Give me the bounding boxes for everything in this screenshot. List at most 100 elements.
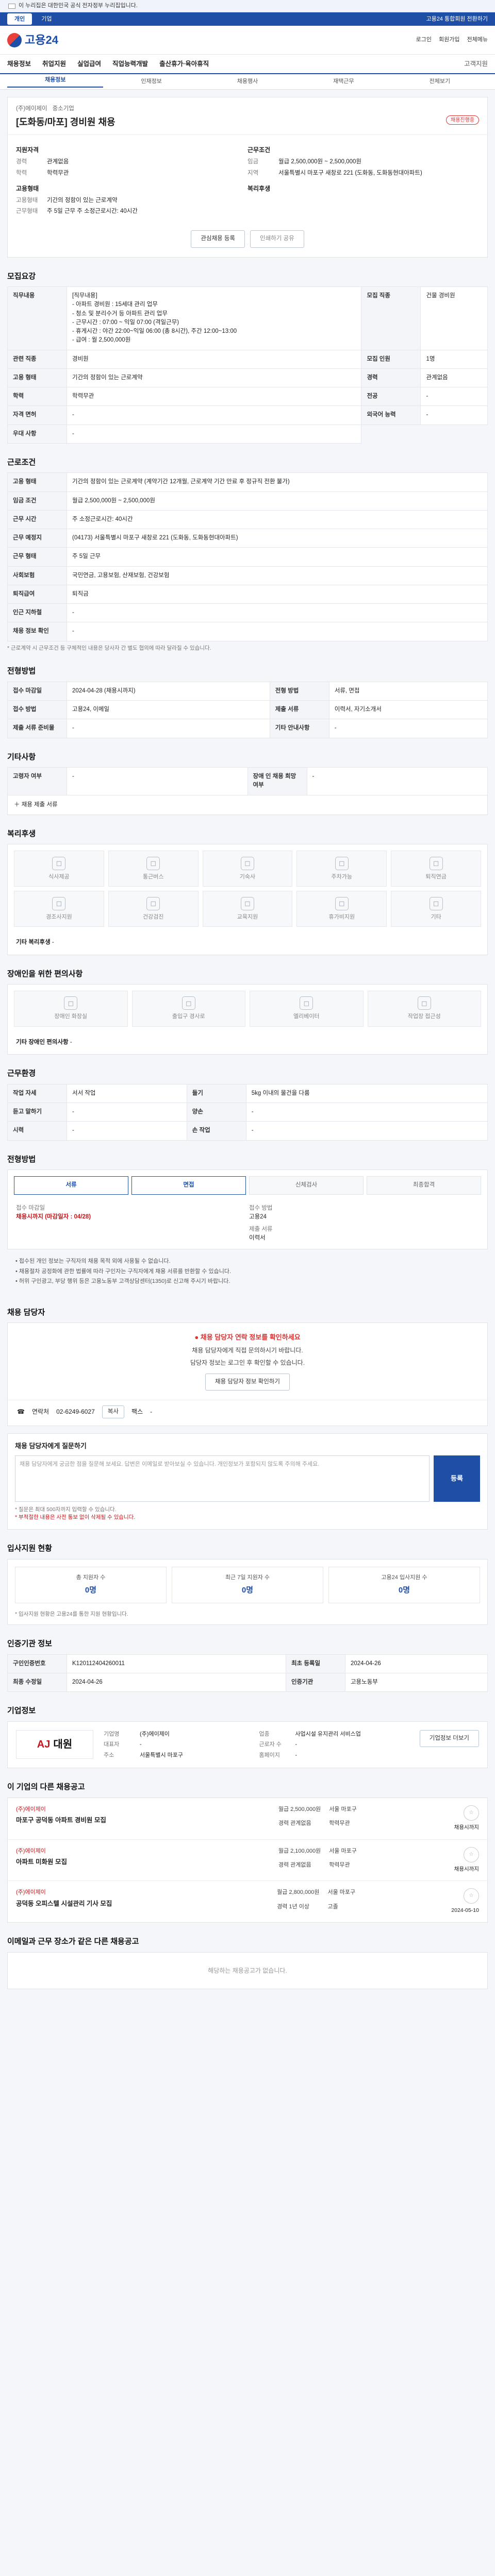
other-job-detail: 경력 관계없음 (278, 1820, 311, 1827)
company-size: 중소기업 (52, 106, 74, 112)
other-job-title[interactable]: 공덕동 오피스텔 시설관리 기사 모집 (16, 1899, 181, 1909)
table-row: 임금 조건 월급 2,500,000원 ~ 2,500,000원 (7, 491, 488, 511)
corp-key: 대표자 (104, 1741, 120, 1748)
manager-card: ● 채용 담당자 연락 정보를 확인하세요 채용 담당자에게 직접 문의하시기 … (7, 1323, 488, 1426)
nav-support[interactable]: 취업지원 (42, 59, 66, 69)
icon-box-label: 엘리베이터 (293, 1013, 320, 1020)
row-label: 모집 인원 (361, 349, 421, 369)
manager-info-button[interactable]: 채용 담당자 정보 확인하기 (205, 1373, 290, 1391)
question-textarea[interactable]: 채용 담당자에게 궁금한 점을 질문해 보세요. 답변은 이메일로 받아보실 수… (15, 1455, 430, 1502)
stats-note: * 입사지원 현황은 고용24를 통한 지원 현황입니다. (15, 1611, 128, 1617)
welfare-card: ◻ 식사제공 ◻ 통근버스 ◻ 기숙사 ◻ 주차가능 ◻ 퇴직연금 ◻ 경조사지원 ◻ 건강검진 ◻ 교육지원… (7, 844, 488, 955)
other-job-company: (주)에이제이 (16, 1889, 46, 1896)
row-label: 사회보험 (7, 566, 67, 585)
deadline-value: 채용시까지 (마감일자 : 04/28) (16, 1214, 91, 1221)
other-job-item[interactable]: (주)에이제이 공덕동 오피스텔 시설관리 기사 모집 월급 2,800,000원 서… (8, 1881, 487, 1922)
extra-more-row[interactable]: ＋ 채용 제출 서류 (7, 795, 488, 815)
tab-personal[interactable]: 개인 (7, 13, 32, 25)
print-share-button[interactable]: 인쇄하기 공유 (250, 230, 304, 248)
section-others-title: 이 기업의 다른 채용공고 (7, 1783, 85, 1792)
other-job-detail: 서울 마포구 (329, 1848, 357, 1854)
section-disabled-title: 장애인을 위한 편의사항 (7, 969, 83, 978)
section-nearby-title: 이메일과 근무 장소가 같은 다른 채용공고 (7, 1937, 139, 1946)
scrap-button[interactable]: 관심채용 등록 (191, 230, 245, 248)
section-welfare-title: 복리후생 (7, 829, 36, 838)
corp-logo-a: AJ (37, 1738, 51, 1750)
benefit-icon: ◻ (417, 996, 431, 1010)
nav-training[interactable]: 직업능력개발 (112, 59, 148, 69)
other-job-right: ☆ 채용시까지 (454, 1805, 479, 1832)
row-value: 서서 작업 (67, 1083, 187, 1104)
question-submit-button[interactable]: 등록 (434, 1455, 480, 1502)
benefit-icon: ◻ (429, 856, 443, 870)
icon-box: ◻ 통근버스 (108, 851, 199, 887)
row-value: - (67, 603, 488, 623)
other-job-detail: 월급 2,100,000원 (278, 1848, 321, 1854)
icon-box: ◻ 엘리베이터 (250, 991, 364, 1027)
star-icon[interactable]: ☆ (463, 1888, 479, 1904)
other-job-title[interactable]: 마포구 공덕동 아파트 경비원 모집 (16, 1816, 181, 1825)
other-job-detail: 서울 마포구 (327, 1889, 356, 1896)
subnav-events[interactable]: 채용행사 (200, 77, 295, 86)
subnav-all[interactable]: 전체보기 (392, 77, 488, 86)
row-value: 기간의 정함이 있는 근로계약 (계약기간 12개월, 근로계약 기간 만료 후… (67, 472, 488, 492)
row-label: 인증기관 (285, 1672, 345, 1692)
nav-unemployment[interactable]: 실업급여 (77, 59, 101, 69)
corp-value: 서울특별시 마포구 (140, 1752, 184, 1758)
qna-note2: * 부적절한 내용은 사전 통보 없이 삭제될 수 있습니다. (15, 1514, 136, 1521)
company-name[interactable]: (주)에이제이 (16, 105, 47, 113)
convert-member-link[interactable]: 고용24 통합회원 전환하기 (426, 15, 488, 24)
corp-value: - (295, 1741, 298, 1748)
tab-company[interactable]: 기업 (34, 13, 59, 25)
disabled-note-value: - (70, 1039, 72, 1045)
subnav-jobs[interactable]: 채용정보 (7, 76, 104, 88)
other-job-item[interactable]: (주)에이제이 마포구 공덕동 아파트 경비원 모집 월급 2,500,000원 서울… (8, 1798, 487, 1840)
kv-key: 고용형태 (16, 197, 38, 204)
manager-line2: 담당자 정보는 로그인 후 확인할 수 있습니다. (190, 1359, 305, 1366)
row-label: 접수 마감일 (7, 681, 67, 701)
star-icon[interactable]: ☆ (463, 1805, 479, 1821)
qna-card: 채용 담당자에게 질문하기 채용 담당자에게 궁금한 점을 질문해 보세요. 답… (7, 1433, 488, 1530)
subnav-talent[interactable]: 인재정보 (103, 77, 199, 86)
benefit-icon: ◻ (240, 896, 254, 910)
doc-value: 이력서 (249, 1234, 266, 1241)
row-label: 근무 형태 (7, 547, 67, 567)
row-value: - (328, 719, 488, 738)
corp-value: - (295, 1752, 298, 1758)
deadline-label: 접수 마감일 (16, 1205, 45, 1211)
apply-step: 신체검사 (249, 1176, 364, 1195)
signup-link[interactable]: 회원가입 (439, 36, 459, 44)
other-job-detail: 경력 1년 이상 (277, 1903, 309, 1910)
table-row: 근무 예정지 (04173) 서울특별시 마포구 새창로 221 (도화동, 도화… (7, 528, 488, 548)
table-row: 우대 사항 - (7, 424, 488, 444)
icon-box: ◻ 출입구 경사로 (131, 991, 245, 1027)
row-label: 전공 (361, 386, 421, 406)
nav-leave[interactable]: 출산휴가·육아휴직 (159, 59, 209, 69)
other-job-deadline: 채용시까지 (454, 1824, 479, 1831)
nav-customer[interactable]: 고객지원 (464, 59, 488, 69)
table-row: 최종 수정일 2024-04-26 인증기관 고용노동부 (7, 1672, 488, 1692)
row-value: 서류, 면접 (328, 681, 488, 701)
other-job-title[interactable]: 아파트 미화원 모집 (16, 1857, 181, 1867)
logo[interactable]: 고용24 (7, 31, 58, 48)
subnav-remote[interactable]: 재택근무 (295, 77, 391, 86)
corp-more-button[interactable]: 기업정보 더보기 (419, 1730, 479, 1747)
all-menu-button[interactable]: 전체메뉴 (467, 36, 488, 44)
corp-key: 근로자 수 (259, 1741, 282, 1748)
apply-steps-card: 서류 면접 신체검사 최종합격 접수 마감일 채용시까지 (마감일자 : 04/28) … (7, 1170, 488, 1249)
nav-jobs[interactable]: 채용정보 (7, 59, 31, 69)
row-value: 1명 (420, 349, 488, 369)
copy-button[interactable]: 복사 (102, 1405, 124, 1418)
table-row: 근무 형태 주 5일 근무 (7, 547, 488, 567)
row-label: 최종 수정일 (7, 1672, 67, 1692)
other-job-item[interactable]: (주)에이제이 아파트 미화원 모집 월급 2,100,000원 서울 마포구 경력 관… (8, 1840, 487, 1882)
row-label: 제출 서류 준비물 (7, 719, 67, 738)
header: 고용24 로그인 회원가입 전체메뉴 (0, 26, 495, 55)
apply-step: 면접 (131, 1176, 246, 1195)
row-value: 주 5일 근무 (67, 547, 488, 567)
icon-box-label: 식사제공 (48, 873, 70, 880)
other-jobs-list: (주)에이제이 마포구 공덕동 아파트 경비원 모집 월급 2,500,000원 서울… (7, 1797, 488, 1923)
kv-value: 학력무관 (47, 170, 69, 176)
star-icon[interactable]: ☆ (463, 1846, 479, 1862)
login-link[interactable]: 로그인 (416, 36, 432, 44)
